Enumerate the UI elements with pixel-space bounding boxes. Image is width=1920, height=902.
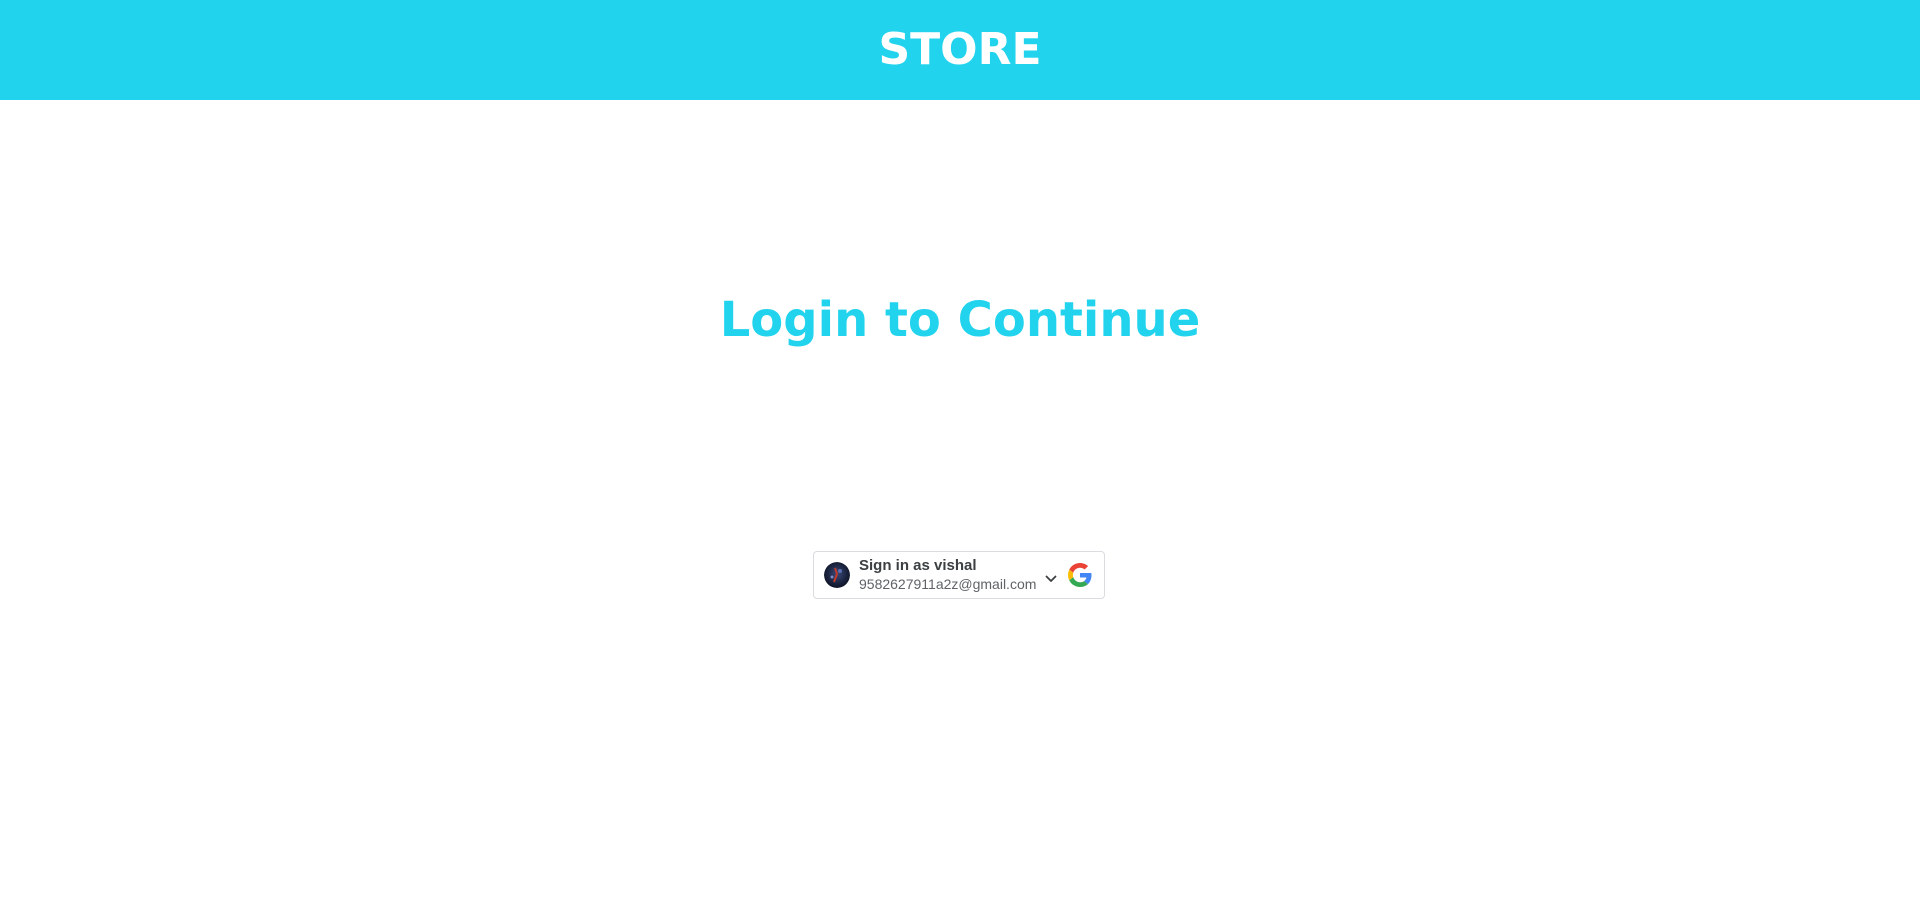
page-title: Login to Continue [719, 292, 1201, 348]
account-email-label: 9582627911a2z@gmail.com [859, 576, 1037, 593]
header-bar: STORE [0, 0, 1920, 100]
account-name-label: Sign in as vishal [859, 557, 977, 575]
brand-title[interactable]: STORE [878, 28, 1041, 72]
avatar [824, 562, 850, 588]
google-sign-in-button[interactable]: Sign in as vishal 9582627911a2z@gmail.co… [813, 551, 1105, 599]
chevron-down-icon[interactable] [1043, 571, 1059, 587]
google-logo-icon [1068, 563, 1092, 587]
